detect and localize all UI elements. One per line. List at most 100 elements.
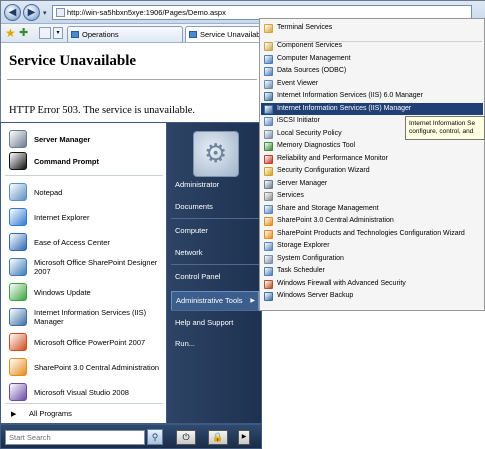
recent-item[interactable]: Internet Information Services (IIS) Mana… [5,306,165,328]
recent-item-label: Internet Information Services (IIS) Mana… [34,308,147,326]
admin-tool-item[interactable]: SharePoint 3.0 Central Administration [261,215,483,228]
admin-tool-label: Memory Diagnostics Tool [277,142,356,149]
iis-manager-tooltip: Internet Information Se configure, contr… [405,116,485,140]
admin-tool-item[interactable]: Internet Information Services (IIS) 6.0 … [261,90,483,103]
admin-tool-label: System Configuration [277,254,344,262]
admin-tool-item[interactable]: Internet Information Services (IIS) Mana… [261,102,483,115]
places-item[interactable]: Administrative Tools ▶ [171,291,259,311]
back-button[interactable]: ◀ [4,4,21,21]
admin-tool-item[interactable]: Server Manager [261,178,483,191]
places-item-label: Computer [175,226,208,235]
all-programs-button[interactable]: ▶ All Programs [5,407,163,423]
user-picture[interactable]: ⚙ [193,131,239,177]
admin-tool-label: Component Services [277,42,342,49]
gear-icon: ⚙ [204,138,228,168]
places-item[interactable]: Computer [171,221,259,241]
admin-tool-item[interactable]: Reliability and Performance Monitor [261,153,483,166]
recent-item[interactable]: Microsoft Visual Studio 2008 [5,381,165,403]
tab-label: Service Unavailable [200,30,261,39]
admin-tool-label: Share and Storage Management [277,204,379,212]
admin-tool-label: Terminal Services [277,24,333,31]
places-item[interactable]: Network [171,243,259,263]
forward-button[interactable]: ▶ [23,4,40,21]
places-pane: ⚙ Administrator Documents Computer Network C… [166,122,262,424]
favorites-star-icon[interactable]: ★ [5,26,16,40]
submenu-arrow-icon: ▶ [250,298,255,304]
pinned-item[interactable]: Command Prompt [5,150,165,172]
places-item-label: Administrative Tools [176,296,243,305]
tab-operations[interactable]: Operations [67,26,183,42]
recent-item[interactable]: SharePoint 3.0 Central Administration [5,356,165,378]
admin-tool-item[interactable]: Component Services [261,40,483,53]
notepad-icon [9,183,27,201]
admin-tool-icon [264,129,273,139]
page-icon [56,8,65,17]
admin-tool-label: Internet Information Services (IIS) 6.0 … [277,92,423,99]
admin-tool-item[interactable]: Computer Management [261,53,483,66]
admin-tool-icon [264,67,273,76]
places-item[interactable]: Help and Support [171,313,259,333]
places-item-label: Documents [175,202,213,211]
admin-tool-label: Internet Information Services (IIS) Mana… [277,104,412,112]
lock-button[interactable]: 🔒 [208,430,228,445]
recent-item[interactable]: Internet Explorer [5,206,165,228]
admin-tool-label: Windows Firewall with Advanced Security [277,279,406,287]
admin-tool-item[interactable]: Data Sources (ODBC) [261,65,483,78]
places-item[interactable]: Administrator [171,175,259,195]
tab-list-chevron-icon[interactable]: ▾ [53,27,63,39]
admin-tool-icon [264,292,273,301]
admin-tool-label: Windows Server Backup [277,292,354,299]
admin-tool-icon [264,142,273,151]
admin-tool-item[interactable]: Memory Diagnostics Tool [261,140,483,153]
admin-tool-item[interactable]: Windows Server Backup [261,290,483,303]
recent-item-label: Windows Update [34,287,91,297]
admin-tool-label: Task Scheduler [277,267,325,274]
recent-item[interactable]: Microsoft Office SharePoint Designer 200… [5,256,165,278]
admin-tool-item[interactable]: Task Scheduler [261,265,483,278]
recent-item-label: Internet Explorer [34,212,90,222]
programs-pane: Server Manager Command Prompt Notepad Inte… [0,122,166,424]
places-separator [171,218,259,219]
admin-tool-item[interactable]: Services [261,190,483,203]
recent-item-label: SharePoint 3.0 Central Administration [34,362,160,372]
shutdown-options-button[interactable]: ▶ [238,430,250,445]
page-title: Service Unavailable [9,53,137,69]
admin-tool-item[interactable]: Share and Storage Management [261,203,483,216]
admin-tool-item[interactable]: Event Viewer [261,78,483,91]
quick-tabs-icon[interactable] [39,27,51,39]
internet-explorer-icon [9,208,27,226]
chevron-right-icon: ▶ [241,434,247,440]
pinned-item-label: Command Prompt [34,156,100,166]
start-menu: Server Manager Command Prompt Notepad Inte… [0,122,262,449]
recent-item[interactable]: Notepad [5,181,165,203]
forward-arrow-icon: ▶ [27,7,36,18]
power-button[interactable]: ⏻ [176,430,196,445]
pinned-item[interactable]: Server Manager [5,128,165,150]
places-item[interactable]: Run... [171,334,259,354]
admin-tool-item[interactable]: Terminal Services [261,22,483,35]
add-favorites-icon[interactable]: ✚ [19,26,28,40]
recent-item[interactable]: Ease of Access Center [5,231,165,253]
search-icon[interactable]: ⚲ [147,429,163,445]
admin-tool-label: Local Security Policy [277,129,342,137]
places-item[interactable]: Control Panel [171,267,259,287]
start-search-input[interactable]: Start Search [5,430,145,445]
admin-tool-item[interactable]: SharePoint Products and Technologies Con… [261,228,483,241]
admin-tool-item[interactable]: Security Configuration Wizard [261,165,483,178]
admin-tool-label: Data Sources (ODBC) [277,67,347,74]
admin-tool-item[interactable]: Storage Explorer [261,240,483,253]
admin-tool-item[interactable]: System Configuration [261,253,483,266]
admin-tool-icon [264,217,273,226]
places-item-label: Administrator [175,180,220,189]
places-item[interactable]: Documents [171,197,259,217]
recent-item-label: Microsoft Office PowerPoint 2007 [34,337,146,347]
tab-service-unavailable[interactable]: Service Unavailable [185,26,261,42]
recent-item[interactable]: Microsoft Office PowerPoint 2007 [5,331,165,353]
admin-tool-icon [264,79,273,89]
places-item-label: Help and Support [175,318,234,327]
history-dropdown-icon[interactable]: ▾ [43,9,47,17]
all-programs-arrow-icon: ▶ [11,411,17,418]
admin-tool-item[interactable]: Windows Firewall with Advanced Security [261,278,483,291]
recent-item[interactable]: Windows Update [5,281,165,303]
back-arrow-icon: ◀ [8,7,17,18]
